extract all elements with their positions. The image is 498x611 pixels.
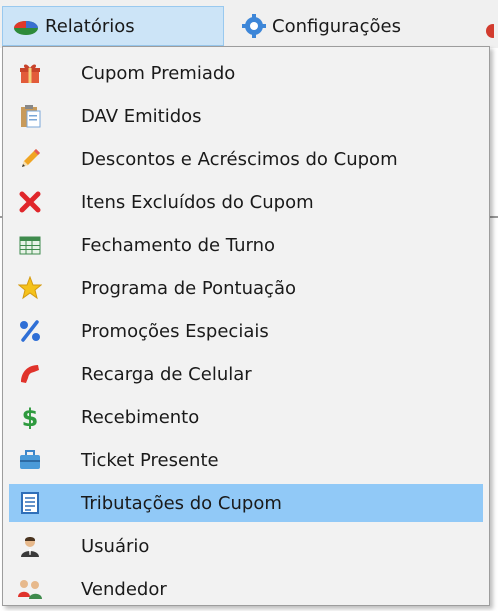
menu-item-descontos-acrescimos[interactable]: Descontos e Acréscimos do Cupom <box>9 140 483 178</box>
menu-item-label: DAV Emitidos <box>81 105 202 127</box>
partial-icon <box>486 24 494 38</box>
document-icon <box>17 490 43 516</box>
menu-item-promocoes-especiais[interactable]: Promoções Especiais <box>9 312 483 350</box>
spreadsheet-icon <box>17 232 43 258</box>
dollar-icon: $ <box>17 404 43 430</box>
phone-handset-icon <box>17 361 43 387</box>
menu-item-label: Recarga de Celular <box>81 363 252 385</box>
svg-text:$: $ <box>22 405 39 429</box>
red-x-icon <box>17 189 43 215</box>
menu-item-itens-excluidos[interactable]: Itens Excluídos do Cupom <box>9 183 483 221</box>
menu-item-label: Programa de Pontuação <box>81 277 296 299</box>
toolbox-icon <box>17 447 43 473</box>
menu-item-ticket-presente[interactable]: Ticket Presente <box>9 441 483 479</box>
user-icon <box>17 533 43 559</box>
clipboard-icon <box>17 103 43 129</box>
menu-item-programa-pontuacao[interactable]: Programa de Pontuação <box>9 269 483 307</box>
menu-item-label: Recebimento <box>81 406 200 428</box>
menu-item-label: Ticket Presente <box>81 449 219 471</box>
pencil-icon <box>17 146 43 172</box>
menu-item-recebimento[interactable]: $ Recebimento <box>9 398 483 436</box>
menu-item-label: Usuário <box>81 535 150 557</box>
gear-icon <box>242 14 266 38</box>
menu-item-usuario[interactable]: Usuário <box>9 527 483 565</box>
menu-item-label: Itens Excluídos do Cupom <box>81 191 314 213</box>
menu-item-fechamento-turno[interactable]: Fechamento de Turno <box>9 226 483 264</box>
gift-icon <box>17 60 43 86</box>
menu-item-label: Fechamento de Turno <box>81 234 275 256</box>
menu-configuracoes[interactable]: Configurações <box>232 6 452 46</box>
menu-item-vendedor[interactable]: Vendedor <box>9 570 483 608</box>
menu-item-label: Tributações do Cupom <box>81 492 282 514</box>
menu-item-label: Vendedor <box>81 578 167 600</box>
users-icon <box>17 576 43 602</box>
star-icon <box>17 275 43 301</box>
menu-item-label: Promoções Especiais <box>81 320 269 342</box>
menu-item-tributacoes-cupom[interactable]: Tributações do Cupom <box>9 484 483 522</box>
menu-item-recarga-celular[interactable]: Recarga de Celular <box>9 355 483 393</box>
pie-chart-icon <box>13 16 39 36</box>
relatorios-dropdown: Cupom Premiado DAV Emitidos Descontos e … <box>2 46 490 606</box>
menubar: Relatórios Configurações <box>0 0 498 48</box>
percent-icon <box>17 318 43 344</box>
menu-item-label: Descontos e Acréscimos do Cupom <box>81 148 398 170</box>
menu-relatorios-label: Relatórios <box>45 15 135 37</box>
menu-item-label: Cupom Premiado <box>81 62 236 84</box>
menu-item-dav-emitidos[interactable]: DAV Emitidos <box>9 97 483 135</box>
menu-configuracoes-label: Configurações <box>272 15 401 37</box>
menu-item-cupom-premiado[interactable]: Cupom Premiado <box>9 54 483 92</box>
menu-relatorios[interactable]: Relatórios <box>2 6 224 46</box>
